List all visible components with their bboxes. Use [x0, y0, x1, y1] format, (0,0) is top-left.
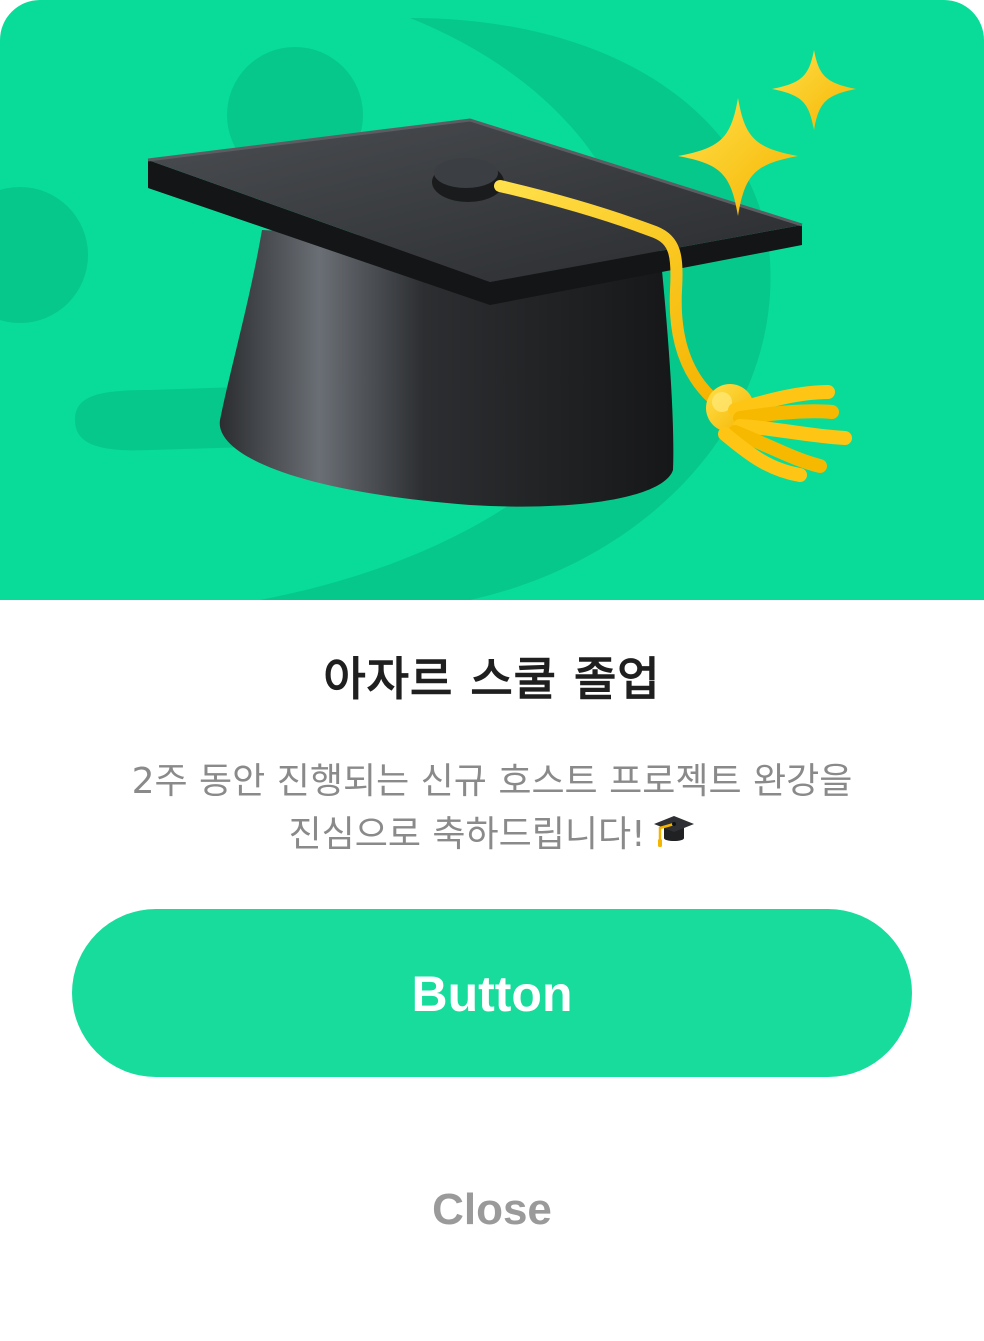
- graduation-cap-icon: [652, 808, 696, 852]
- dialog-title: 아자르 스쿨 졸업: [323, 652, 661, 706]
- dialog-description: 2주 동안 진행되는 신규 호스트 프로젝트 완강을 진심으로 축하드립니다!: [60, 756, 924, 861]
- primary-button[interactable]: Button: [72, 909, 912, 1077]
- graduation-dialog: 아자르 스쿨 졸업 2주 동안 진행되는 신규 호스트 프로젝트 완강을 진심으…: [0, 0, 984, 1341]
- description-line-1: 2주 동안 진행되는 신규 호스트 프로젝트 완강을: [131, 761, 853, 802]
- hero-banner: [0, 0, 984, 600]
- close-button[interactable]: Close: [342, 1172, 642, 1248]
- description-line-2: 진심으로 축하드립니다!: [60, 808, 924, 861]
- description-line-2-text: 진심으로 축하드립니다!: [288, 814, 646, 855]
